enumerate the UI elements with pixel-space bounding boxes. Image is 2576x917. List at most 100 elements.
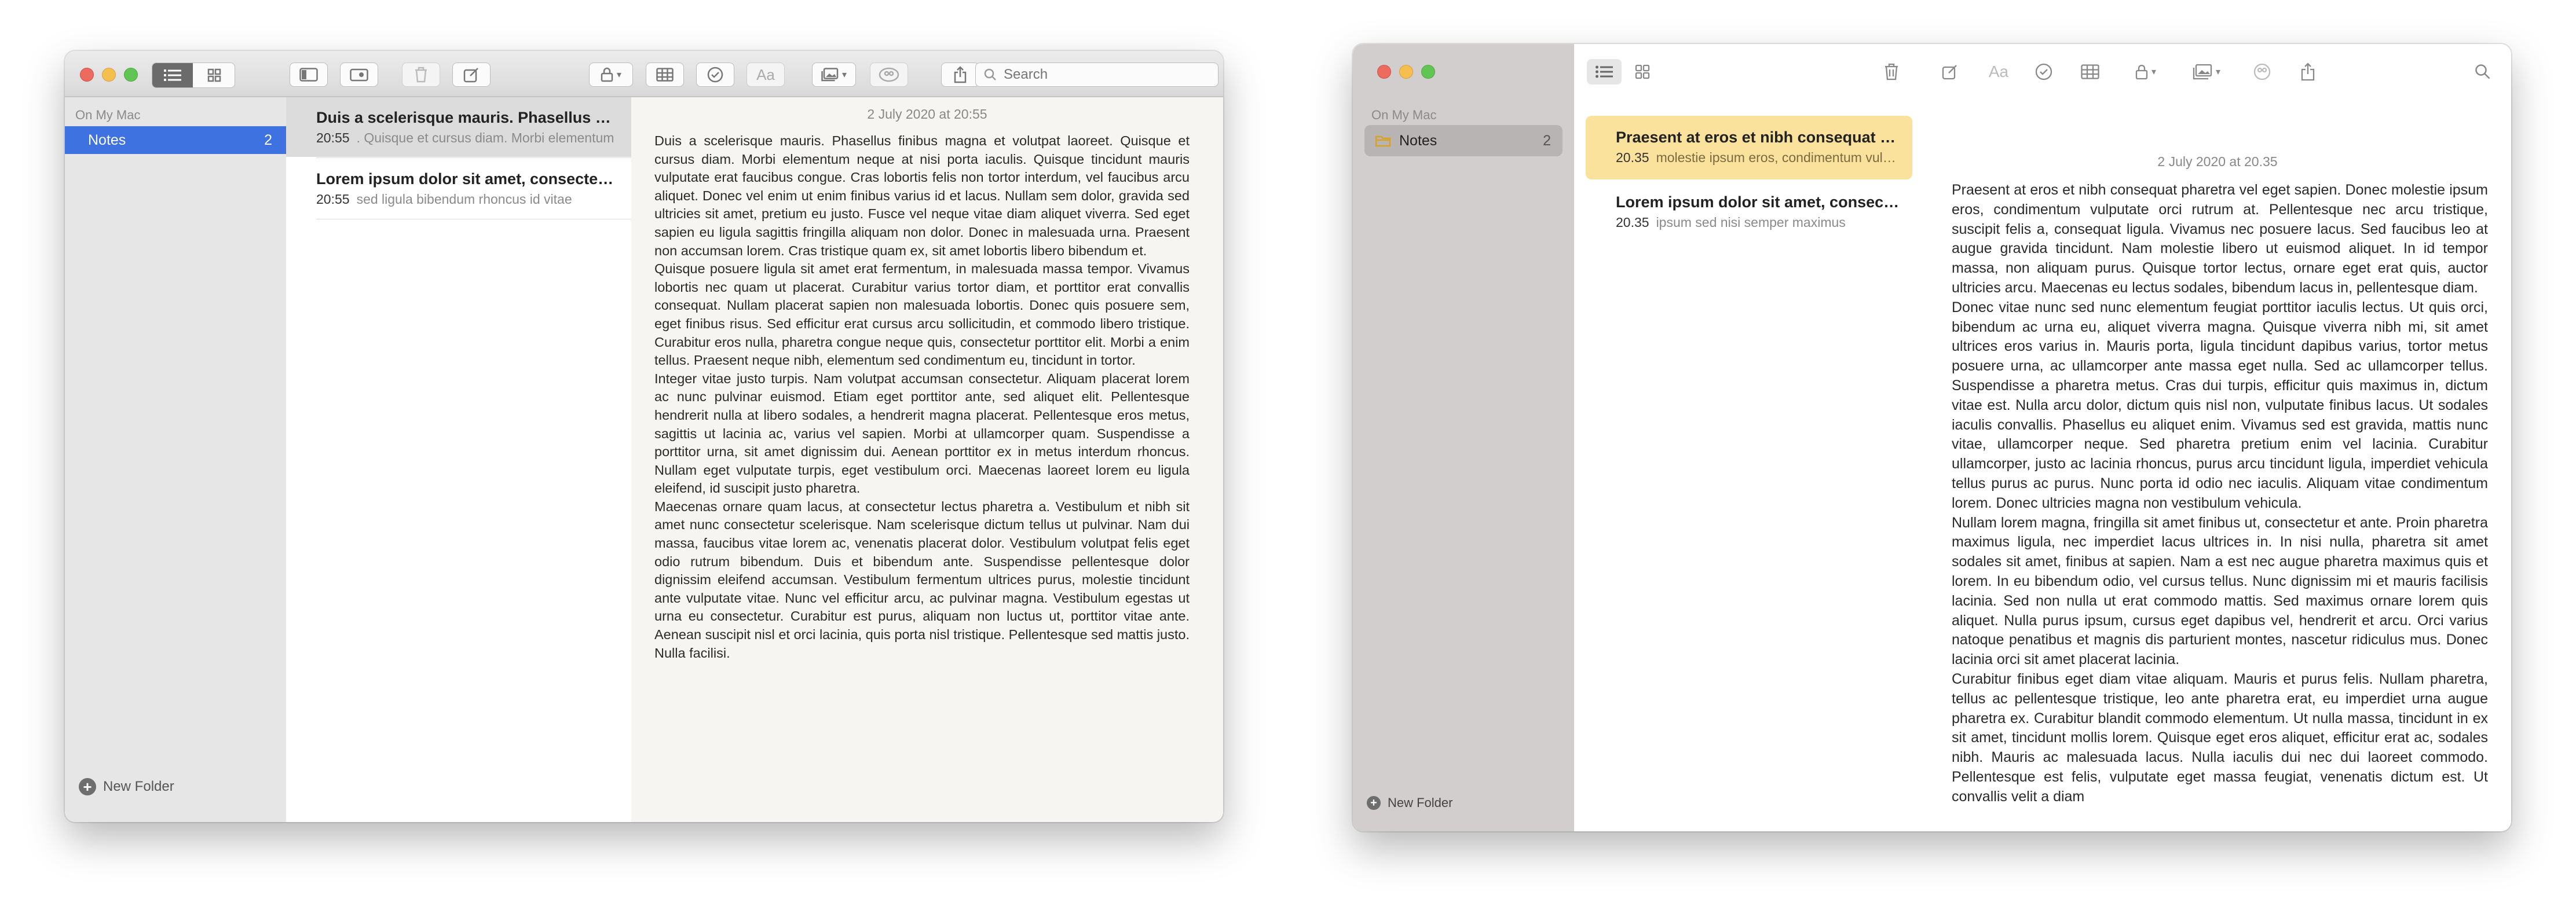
note-list-item[interactable]: Praesent at eros et nibh consequat phare… — [1586, 116, 1912, 179]
sidebar-section-header: On My Mac — [75, 108, 141, 122]
note-body[interactable]: Praesent at eros et nibh consequat phare… — [1952, 181, 2488, 827]
toolbar: ▾ Aa ▾ — [65, 51, 1223, 97]
delete-button[interactable] — [1875, 59, 1908, 85]
media-button[interactable]: ▾ — [812, 63, 856, 87]
paragraph: Praesent at eros et nibh consequat phare… — [1952, 182, 2488, 296]
table-icon — [656, 68, 674, 82]
collaborate-button[interactable] — [2246, 59, 2278, 85]
trash-icon — [1885, 63, 1898, 80]
format-button[interactable]: Aa — [747, 63, 785, 87]
new-folder-button[interactable]: + New Folder — [1367, 795, 1452, 810]
chevron-down-icon: ▾ — [616, 70, 622, 80]
checklist-button[interactable] — [696, 63, 734, 87]
photo-icon — [821, 68, 839, 82]
add-people-icon — [879, 67, 899, 82]
search-button[interactable] — [2468, 59, 2497, 85]
search-icon — [2475, 64, 2490, 79]
note-time: 20:55 — [316, 192, 350, 207]
paragraph: Integer vitae justo turpis. Nam volutpat… — [654, 371, 1190, 496]
lock-button[interactable]: ▾ — [589, 63, 633, 87]
note-time: 20.35 — [1616, 150, 1649, 165]
divider — [316, 157, 631, 158]
lock-icon — [2135, 64, 2148, 80]
paragraph: Nullam lorem magna, fringilla sit amet f… — [1952, 514, 2488, 668]
paragraph: Quisque posuere ligula sit amet erat fer… — [654, 261, 1190, 368]
note-preview: sed ligula bibendum rhoncus id vitae — [356, 192, 572, 207]
note-preview: molestie ipsum eros, condimentum vulputa… — [1656, 150, 1900, 165]
plus-icon: + — [79, 778, 96, 795]
new-folder-label: New Folder — [103, 779, 174, 794]
note-time: 20:55 — [316, 130, 350, 145]
close-button[interactable] — [80, 68, 94, 82]
minimize-button[interactable] — [1399, 65, 1413, 79]
note-editor[interactable]: 2 July 2020 at 20:55 Duis a scelerisque … — [631, 97, 1223, 822]
sidebar-section-header: On My Mac — [1371, 108, 1437, 122]
view-mode-control — [152, 63, 235, 88]
notes-window-modern: On My Mac Notes 2 + New Folder Praesent … — [1353, 44, 2511, 831]
folder-count: 2 — [264, 131, 272, 148]
note-time: 20.35 — [1616, 215, 1649, 230]
gallery-view-button[interactable] — [1626, 59, 1659, 85]
zoom-button[interactable] — [1421, 65, 1435, 79]
compose-icon — [463, 68, 478, 83]
note-date: 2 July 2020 at 20.35 — [2157, 154, 2278, 169]
share-icon — [954, 66, 967, 83]
table-button[interactable] — [2076, 59, 2105, 85]
add-people-icon — [2253, 63, 2271, 80]
folder-icon — [1375, 135, 1391, 147]
checklist-icon — [707, 67, 723, 83]
chevron-down-icon: ▾ — [2151, 67, 2157, 77]
note-meta: 20:55 sed ligula bibendum rhoncus id vita… — [316, 192, 615, 207]
folder-name: Notes — [88, 131, 126, 148]
share-icon — [2301, 63, 2315, 81]
compose-button[interactable] — [1935, 59, 1964, 85]
note-list-item[interactable]: Lorem ipsum dolor sit amet, consectetur … — [1586, 181, 1912, 244]
zoom-button[interactable] — [124, 68, 138, 82]
attachments-button[interactable] — [340, 63, 378, 87]
chevron-down-icon: ▾ — [2215, 67, 2221, 77]
lock-button[interactable]: ▾ — [2125, 59, 2166, 85]
list-view-button[interactable] — [152, 63, 193, 87]
plus-icon: + — [1367, 796, 1381, 810]
paragraph: Donec vitae nunc sed nunc elementum feug… — [1952, 299, 2488, 511]
share-button[interactable] — [2293, 59, 2322, 85]
note-list-item[interactable]: Duis a scelerisque mauris. Phasellus fin… — [286, 97, 631, 157]
format-text-icon: Aa — [1988, 63, 2009, 80]
new-folder-label: New Folder — [1388, 795, 1453, 810]
search-field[interactable] — [975, 63, 1219, 87]
note-meta: 20:55 . Quisque et cursus diam. Morbi ele… — [316, 130, 615, 146]
checklist-button[interactable] — [2029, 59, 2058, 85]
collaborate-button[interactable] — [870, 63, 908, 87]
list-icon — [1596, 65, 1613, 78]
format-button[interactable]: Aa — [1984, 59, 2013, 85]
list-view-button[interactable] — [1587, 59, 1622, 85]
compose-button[interactable] — [452, 63, 491, 87]
minimize-button[interactable] — [102, 68, 116, 82]
table-button[interactable] — [646, 63, 684, 87]
media-button[interactable]: ▾ — [2183, 59, 2230, 85]
trash-icon — [415, 67, 427, 83]
note-title: Lorem ipsum dolor sit amet, consectetur … — [1616, 193, 1900, 211]
note-editor[interactable]: 2 July 2020 at 20.35 Praesent at eros et… — [1924, 100, 2511, 831]
list-icon — [164, 69, 181, 81]
sidebar: On My Mac Notes 2 + New Folder — [65, 97, 287, 822]
note-list: Duis a scelerisque mauris. Phasellus fin… — [286, 97, 632, 822]
delete-button[interactable] — [402, 63, 440, 87]
sidebar-folder-notes[interactable]: Notes 2 — [65, 126, 286, 154]
new-folder-button[interactable]: + New Folder — [79, 778, 174, 795]
note-body[interactable]: Duis a scelerisque mauris. Phasellus fin… — [654, 132, 1190, 815]
attachments-icon — [350, 68, 368, 82]
chevron-down-icon: ▾ — [841, 70, 847, 80]
toggle-sidebar-button[interactable] — [290, 63, 328, 87]
note-date: 2 July 2020 at 20:55 — [867, 107, 987, 122]
gallery-view-button[interactable] — [193, 63, 235, 87]
folder-name: Notes — [1399, 132, 1437, 149]
format-text-icon: Aa — [756, 65, 775, 83]
note-list-item[interactable]: Lorem ipsum dolor sit amet, consectetur … — [286, 159, 631, 218]
close-button[interactable] — [1377, 65, 1391, 79]
checklist-icon — [2035, 63, 2052, 80]
sidebar-folder-notes[interactable]: Notes 2 — [1364, 125, 1563, 156]
search-input[interactable] — [1002, 66, 1213, 83]
share-button[interactable] — [941, 63, 979, 87]
note-preview: . Quisque et cursus diam. Morbi elementu… — [356, 130, 614, 145]
